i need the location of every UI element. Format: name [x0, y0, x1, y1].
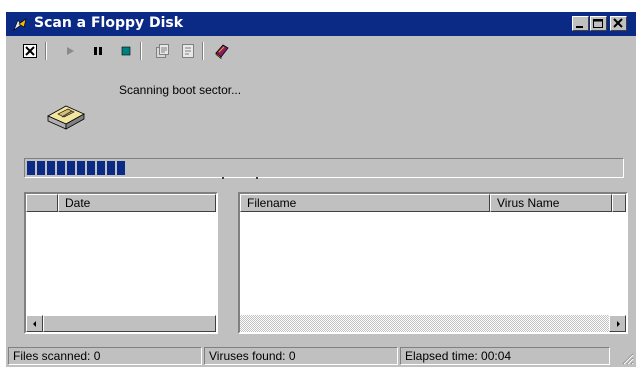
- horizontal-scrollbar[interactable]: [26, 315, 216, 332]
- scroll-thumb[interactable]: [43, 315, 216, 332]
- progress-block: [57, 161, 65, 175]
- splitter-grip-icon: [222, 177, 224, 179]
- column-header-blank[interactable]: [26, 194, 58, 212]
- maximize-button[interactable]: [590, 16, 607, 31]
- title-bar[interactable]: Scan a Floppy Disk: [6, 12, 636, 36]
- toolbar-separator: [140, 42, 142, 60]
- scroll-left-button[interactable]: [26, 315, 43, 332]
- column-header-virus-name[interactable]: Virus Name: [490, 194, 612, 212]
- date-list-pane[interactable]: Date: [24, 192, 218, 334]
- elapsed-time-status: Elapsed time: 00:04: [400, 347, 610, 365]
- progress-block: [87, 161, 95, 175]
- files-scanned-status: Files scanned: 0: [8, 347, 202, 365]
- floppy-drive-icon: [44, 102, 88, 135]
- pause-icon[interactable]: [88, 41, 108, 61]
- toolbar-separator: [45, 42, 47, 60]
- scroll-right-button[interactable]: [609, 315, 626, 332]
- play-icon[interactable]: [60, 41, 80, 61]
- column-header-overflow[interactable]: [612, 194, 626, 212]
- viruses-found-status: Viruses found: 0: [204, 347, 398, 365]
- window-title: Scan a Floppy Disk: [34, 15, 184, 31]
- close-button[interactable]: [610, 16, 627, 31]
- progress-block: [97, 161, 105, 175]
- progress-block: [47, 161, 55, 175]
- toolbar-separator: [202, 42, 204, 60]
- stop-icon[interactable]: [116, 41, 136, 61]
- scanner-app-icon: [12, 16, 28, 32]
- progress-block: [67, 161, 75, 175]
- properties-icon[interactable]: [152, 41, 172, 61]
- scan-progress-bar: [24, 158, 624, 178]
- progress-block: [27, 161, 35, 175]
- minimize-button[interactable]: [572, 16, 589, 31]
- scan-window: Scan a Floppy Disk Scanning boot sector.…: [6, 12, 636, 367]
- progress-block: [117, 161, 125, 175]
- progress-fill: [27, 161, 125, 175]
- file-list-pane[interactable]: Filename Virus Name: [238, 192, 628, 334]
- splitter-grip-icon: [256, 177, 258, 179]
- resize-grip-icon[interactable]: [620, 351, 634, 365]
- toolbar: [6, 38, 636, 64]
- progress-block: [107, 161, 115, 175]
- progress-block: [77, 161, 85, 175]
- report-icon[interactable]: [178, 41, 198, 61]
- horizontal-scrollbar[interactable]: [240, 315, 626, 332]
- status-bar: Files scanned: 0 Viruses found: 0 Elapse…: [6, 345, 636, 367]
- arrow-left-icon: [32, 320, 36, 327]
- progress-block: [37, 161, 45, 175]
- column-header-date[interactable]: Date: [58, 194, 216, 212]
- column-header-filename[interactable]: Filename: [240, 194, 490, 212]
- scan-status-text: Scanning boot sector...: [119, 83, 242, 97]
- stop-scan-icon[interactable]: [20, 41, 40, 61]
- virus-encyclopedia-icon[interactable]: [212, 41, 232, 61]
- arrow-right-icon: [616, 320, 620, 327]
